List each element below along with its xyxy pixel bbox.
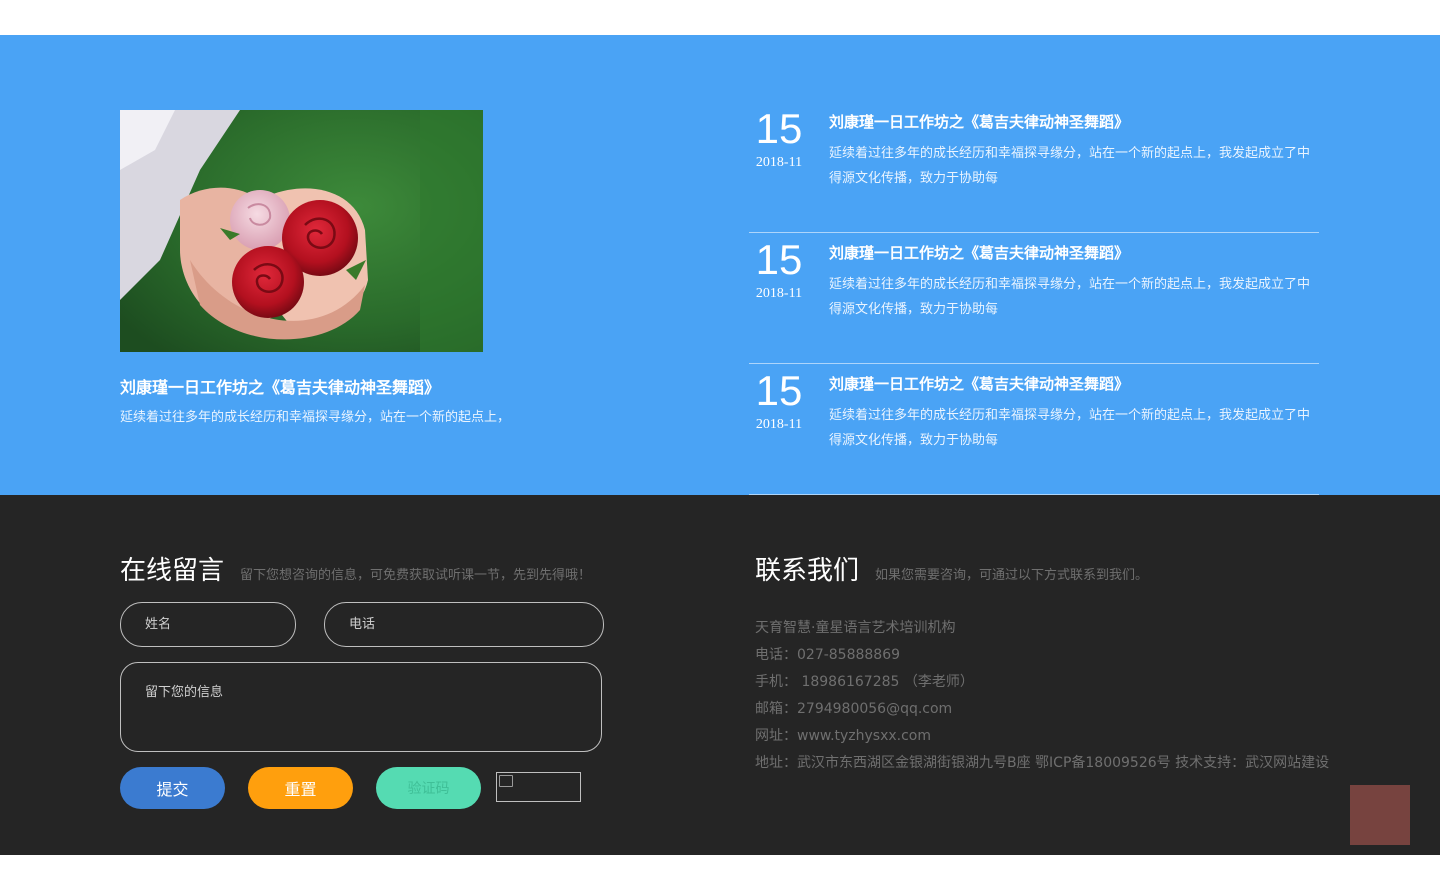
news-year-month: 2018-11 [755,286,803,301]
phone-input[interactable] [324,602,604,647]
submit-button[interactable]: 提交 [120,767,225,809]
page: 刘康瑾一日工作坊之《葛吉夫律动神圣舞蹈》 延续着过往多年的成长经历和幸福探寻缘分… [0,0,1440,875]
captcha-code-button[interactable]: 验证码 [376,767,481,809]
news-desc: 延续着过往多年的成长经历和幸福探寻缘分，站在一个新的起点上，我发起成立了中得源文… [829,277,1311,317]
news-day: 15 [755,367,803,414]
news-item[interactable]: 15 2018-11 刘康瑾一日工作坊之《葛吉夫律动神圣舞蹈》 延续着过往多年的… [749,364,1319,495]
news-desc: 延续着过往多年的成长经历和幸福探寻缘分，站在一个新的起点上，我发起成立了中得源文… [829,146,1311,186]
message-textarea[interactable] [120,662,602,752]
captcha-image[interactable] [496,772,581,802]
contact-info: 天育智慧·童星语言艺术培训机构 电话：027-85888869 手机： 1898… [755,615,1329,777]
news-item[interactable]: 15 2018-11 刘康瑾一日工作坊之《葛吉夫律动神圣舞蹈》 延续着过往多年的… [749,102,1319,233]
news-desc: 延续着过往多年的成长经历和幸福探寻缘分，站在一个新的起点上，我发起成立了中得源文… [829,408,1311,448]
featured-news-desc: 延续着过往多年的成长经历和幸福探寻缘分，站在一个新的起点上， [120,410,511,425]
message-header: 在线留言 留下您想咨询的信息，可免费获取试听课一节，先到先得哦！ [120,550,591,587]
featured-news[interactable]: 刘康瑾一日工作坊之《葛吉夫律动神圣舞蹈》 延续着过往多年的成长经历和幸福探寻缘分… [120,110,580,425]
news-list: 15 2018-11 刘康瑾一日工作坊之《葛吉夫律动神圣舞蹈》 延续着过往多年的… [749,102,1319,495]
news-year-month: 2018-11 [755,155,803,170]
featured-news-photo[interactable] [120,110,483,352]
news-day: 15 [755,105,803,152]
contact-address: 地址：武汉市东西湖区金银湖街银湖九号B座 鄂ICP备18009526号 技术支持… [755,755,1330,771]
news-section: 刘康瑾一日工作坊之《葛吉夫律动神圣舞蹈》 延续着过往多年的成长经历和幸福探寻缘分… [0,35,1440,495]
news-title[interactable]: 刘康瑾一日工作坊之《葛吉夫律动神圣舞蹈》 [829,111,1129,132]
contact-subheading: 如果您需要咨询，可通过以下方式联系到我们。 [875,568,1149,583]
contact-email: 邮箱：2794980056@qq.com [755,701,953,717]
back-to-top-button[interactable] [1350,785,1410,845]
contact-heading: 联系我们 [755,556,860,586]
news-item[interactable]: 15 2018-11 刘康瑾一日工作坊之《葛吉夫律动神圣舞蹈》 延续着过往多年的… [749,233,1319,364]
message-subheading: 留下您想咨询的信息，可免费获取试听课一节，先到先得哦！ [240,568,592,583]
contact-website: 网址：www.tyzhysxx.com [755,728,932,744]
name-input[interactable] [120,602,296,647]
broken-image-icon [499,775,513,787]
contact-phone: 电话：027-85888869 [755,647,901,663]
footer-section: 在线留言 留下您想咨询的信息，可免费获取试听课一节，先到先得哦！ 提交 重置 验… [0,495,1440,855]
news-year-month: 2018-11 [755,417,803,432]
featured-news-title[interactable]: 刘康瑾一日工作坊之《葛吉夫律动神圣舞蹈》 [120,374,580,398]
news-title[interactable]: 刘康瑾一日工作坊之《葛吉夫律动神圣舞蹈》 [829,242,1129,263]
news-title[interactable]: 刘康瑾一日工作坊之《葛吉夫律动神圣舞蹈》 [829,373,1129,394]
contact-mobile: 手机： 18986167285 （李老师） [755,674,974,690]
contact-org: 天育智慧·童星语言艺术培训机构 [755,620,956,636]
contact-header: 联系我们 如果您需要咨询，可通过以下方式联系到我们。 [755,550,1148,587]
reset-button[interactable]: 重置 [248,767,353,809]
message-heading: 在线留言 [120,556,225,586]
news-day: 15 [755,236,803,283]
